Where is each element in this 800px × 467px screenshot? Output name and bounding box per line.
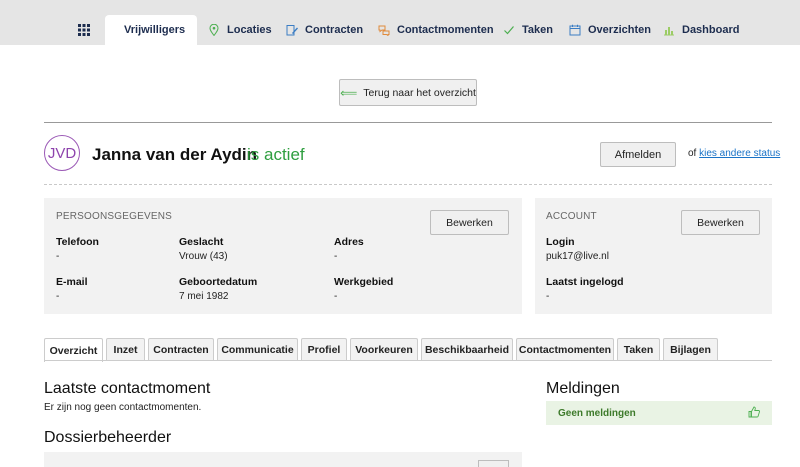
tab-label: Taken: [522, 24, 553, 36]
tab-contracten[interactable]: Contracten: [286, 15, 363, 45]
afmelden-button[interactable]: Afmelden: [600, 142, 676, 167]
field-value: -: [334, 251, 338, 262]
dossier-manager-title: Dossierbeheerder: [44, 429, 172, 446]
subtab-voorkeuren[interactable]: Voorkeuren: [350, 338, 418, 361]
subtab-bijlagen[interactable]: Bijlagen: [663, 338, 718, 361]
field-value: puk17@live.nl: [546, 251, 609, 262]
last-contact-title: Laatste contactmoment: [44, 380, 211, 397]
tab-vrijwilligers[interactable]: Vrijwilligers: [105, 15, 197, 45]
subtab-divider: [44, 360, 772, 361]
tab-label: Locaties: [227, 24, 272, 36]
tab-label: Dashboard: [682, 24, 740, 36]
field-value: -: [56, 291, 60, 302]
tab-label: Overzichten: [588, 24, 651, 36]
field-value: Vrouw (43): [179, 251, 228, 262]
field-label: Geslacht: [179, 236, 224, 248]
bar-chart-icon: [664, 27, 674, 36]
tab-taken[interactable]: Taken: [503, 15, 553, 45]
tab-contactmomenten[interactable]: Contactmomenten: [378, 15, 494, 45]
edit-document-icon: [286, 25, 298, 36]
field-value: 7 mei 1982: [179, 291, 229, 302]
dossier-manager-panel: [44, 452, 522, 467]
field-label: Login: [546, 236, 575, 248]
choose-status-link[interactable]: kies andere status: [699, 148, 780, 159]
status-of-text: of: [688, 148, 697, 159]
tab-dashboard[interactable]: Dashboard: [663, 15, 739, 45]
field-value: -: [334, 291, 338, 302]
dashed-divider: [44, 184, 772, 185]
subtab-beschikbaarheid[interactable]: Beschikbaarheid: [421, 338, 513, 361]
back-to-overview-button[interactable]: ⟸ Terug naar het overzicht: [339, 79, 477, 106]
field-label: Geboortedatum: [179, 276, 258, 288]
field-label: Telefoon: [56, 236, 99, 248]
chat-bubbles-icon: [378, 25, 390, 36]
tab-label: Vrijwilligers: [124, 24, 186, 36]
panel-title: PERSOONSGEGEVENS: [56, 211, 173, 222]
field-label: Laatst ingelogd: [546, 276, 624, 288]
last-contact-empty: Er zijn nog geen contactmomenten.: [44, 402, 202, 413]
person-name: Janna van der Aydin: [92, 145, 258, 164]
account-panel: ACCOUNT Bewerken Login puk17@live.nl Laa…: [535, 198, 772, 314]
tab-overzichten[interactable]: Overzichten: [569, 15, 651, 45]
panel-title: ACCOUNT: [546, 211, 597, 222]
calendar-icon: [569, 24, 581, 36]
back-button-label: Terug naar het overzicht: [363, 86, 476, 99]
field-label: E-mail: [56, 276, 88, 288]
subtab-overzicht[interactable]: Overzicht: [44, 338, 103, 362]
avatar: JVD: [44, 135, 80, 171]
checkmark-icon: [504, 26, 514, 35]
subtab-communicatie[interactable]: Communicatie: [217, 338, 298, 361]
dossier-edit-button[interactable]: [478, 460, 509, 467]
no-notifications-text: Geen meldingen: [558, 408, 636, 419]
tab-label: Contracten: [305, 24, 364, 36]
person-status: is actief: [247, 145, 305, 164]
tab-locaties[interactable]: Locaties: [208, 15, 272, 45]
divider: [44, 122, 772, 123]
thumbs-up-icon: [748, 406, 760, 418]
top-navigation: Vrijwilligers Locaties Contracten Contac…: [0, 0, 800, 45]
arrow-left-icon: ⟸: [340, 85, 358, 100]
personal-details-panel: PERSOONSGEGEVENS Bewerken Telefoon - Ges…: [44, 198, 522, 314]
field-label: Werkgebied: [334, 276, 394, 288]
tab-label: Contactmomenten: [397, 24, 494, 36]
subtab-taken[interactable]: Taken: [617, 338, 660, 361]
grid-icon: [78, 24, 90, 36]
edit-account-button[interactable]: Bewerken: [681, 210, 760, 235]
notifications-box: Geen meldingen: [546, 401, 772, 425]
subtab-inzet[interactable]: Inzet: [106, 338, 145, 361]
tab-apps[interactable]: [78, 15, 90, 45]
map-pin-icon: [209, 24, 219, 36]
notifications-title: Meldingen: [546, 380, 620, 397]
field-value: -: [56, 251, 60, 262]
edit-personal-details-button[interactable]: Bewerken: [430, 210, 509, 235]
subtab-profiel[interactable]: Profiel: [301, 338, 347, 361]
field-label: Adres: [334, 236, 364, 248]
status-change: of kies andere status: [688, 148, 780, 159]
subtab-contracten[interactable]: Contracten: [148, 338, 214, 361]
field-value: -: [546, 291, 550, 302]
subtab-contactmomenten[interactable]: Contactmomenten: [516, 338, 614, 361]
